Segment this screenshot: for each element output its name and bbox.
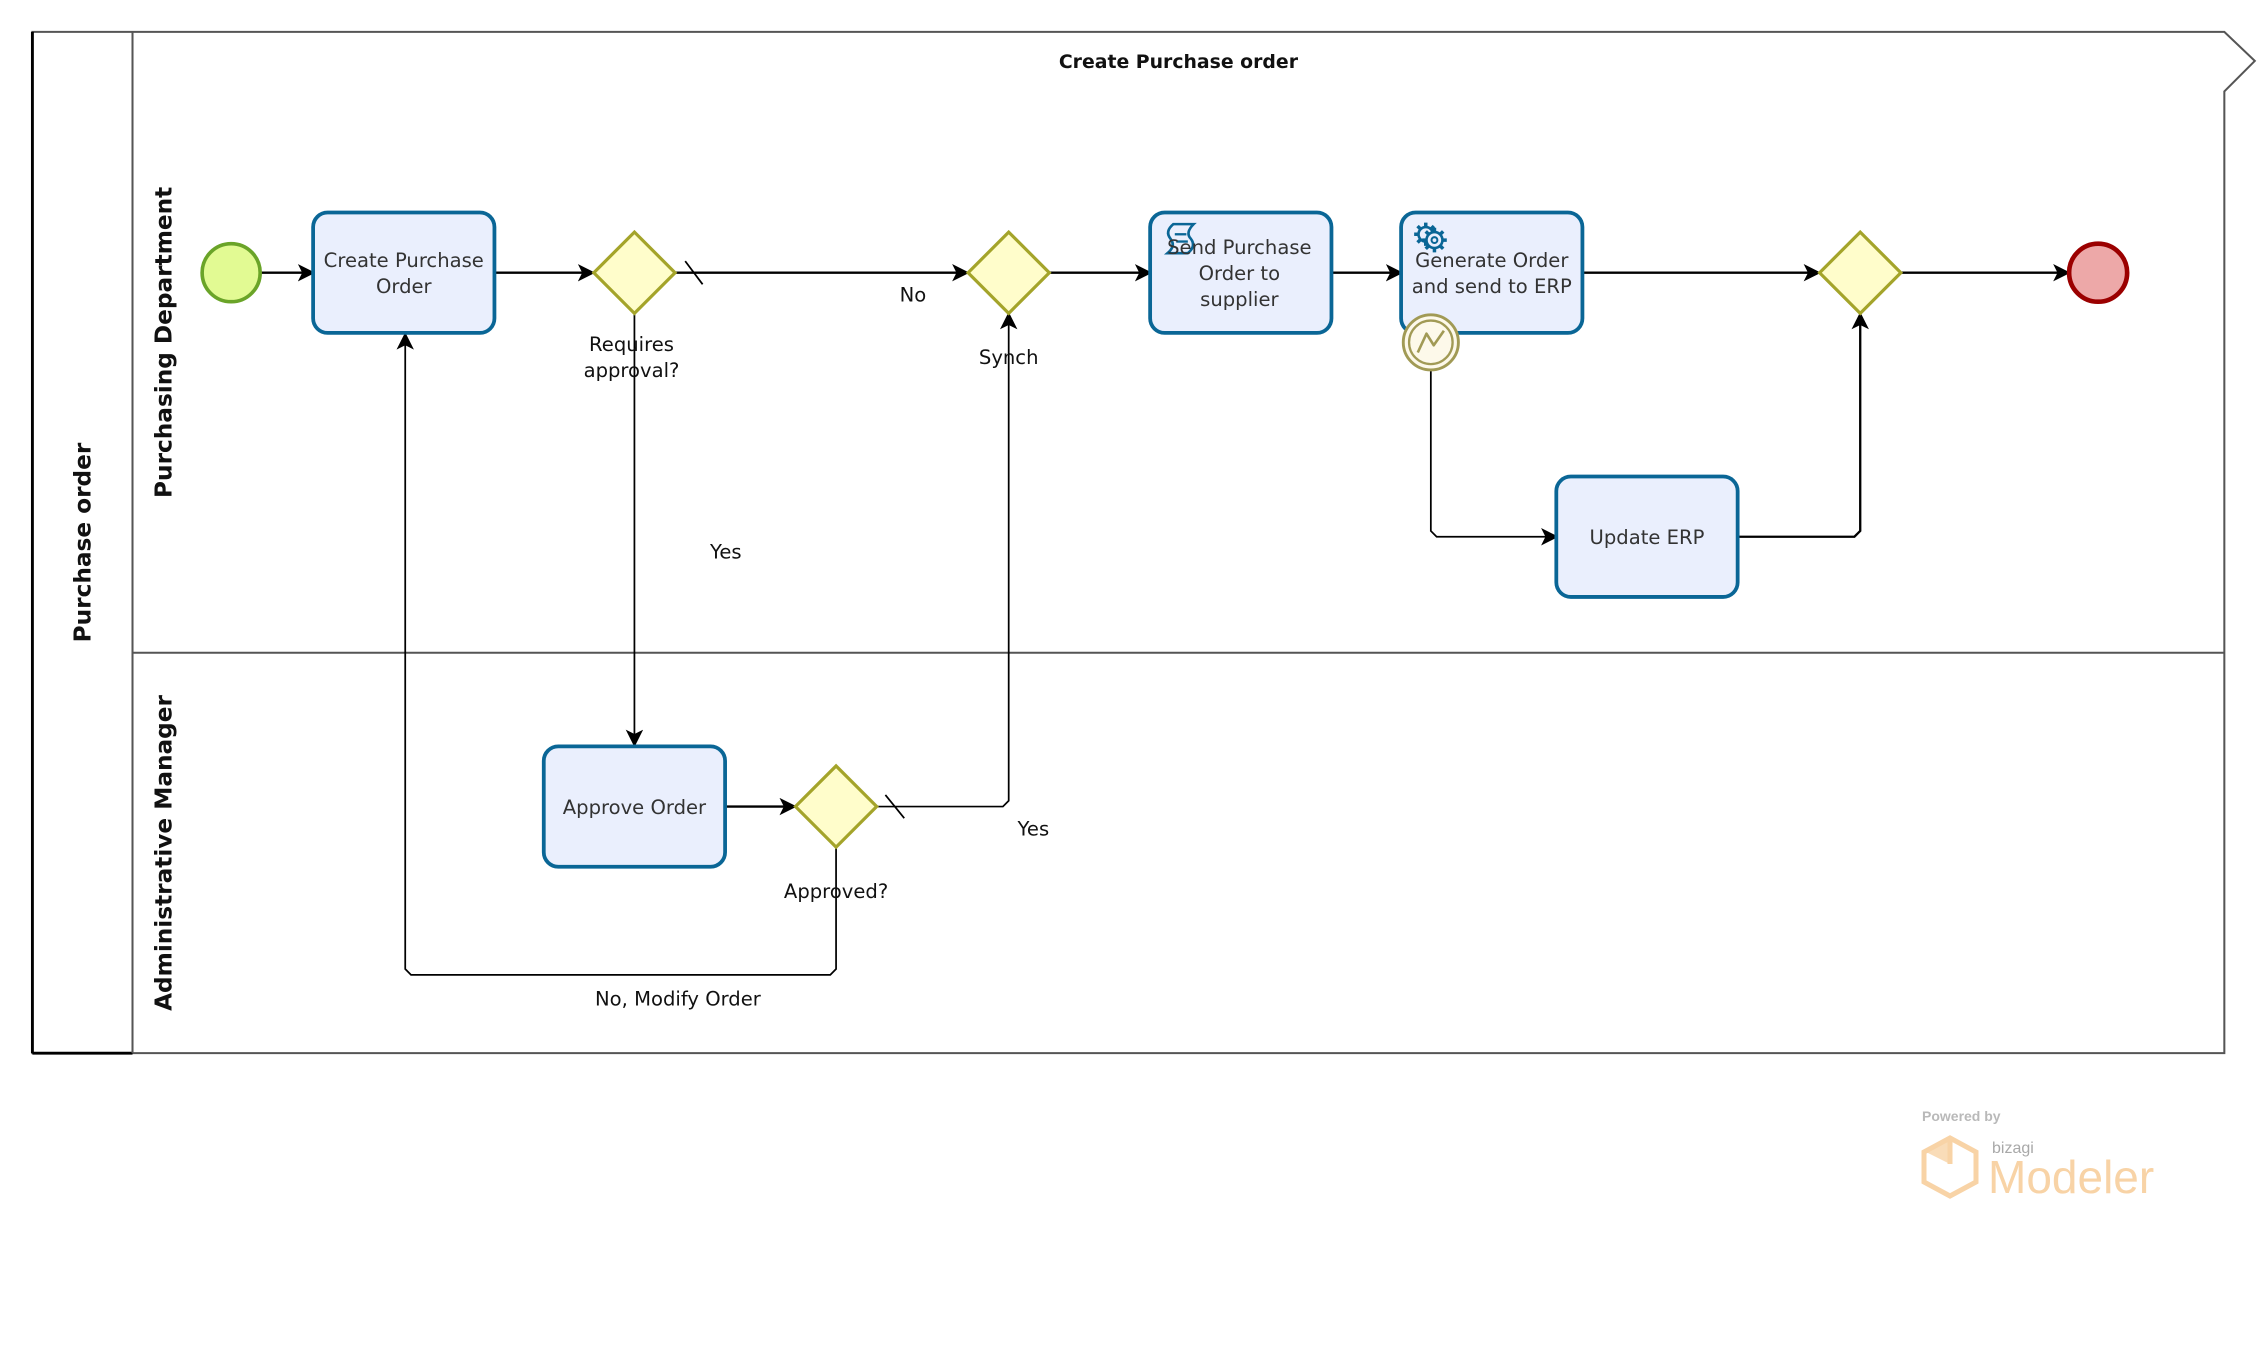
pool: Purchase order Purchasing Department Adm… — [30, 30, 2257, 1055]
bizagi-cube-icon — [1921, 1135, 1979, 1199]
gear-icon — [1425, 230, 1444, 250]
pool-border — [31, 30, 2257, 1055]
pool-label: Purchase order — [69, 442, 96, 642]
product-text: Modeler — [1988, 1151, 2155, 1203]
flow-label: Yes — [709, 540, 742, 563]
flow-label: No, Modify Order — [595, 987, 762, 1010]
task-create-po[interactable] — [311, 210, 497, 335]
task-box[interactable] — [311, 210, 497, 335]
lane-label-purchasing[interactable]: Purchasing Department — [151, 187, 178, 498]
boundary-error-event-boundary-error[interactable] — [1401, 313, 1460, 372]
start-event-circle[interactable] — [200, 241, 262, 304]
lane-label-admin[interactable]: Administrative Manager — [151, 694, 178, 1010]
end-event-circle[interactable] — [2066, 241, 2130, 305]
diagram-title: Create Purchase order — [1059, 52, 1299, 73]
start-event-start[interactable] — [200, 241, 262, 304]
powered-by-text: Powered by — [1922, 1108, 2001, 1124]
bizagi-watermark: Powered by bizagi Modeler — [1918, 1108, 2178, 1208]
flow-label: No — [900, 284, 927, 307]
task-label: Update ERP — [1590, 526, 1705, 549]
flow-label: Yes — [1017, 818, 1050, 841]
end-event-end[interactable] — [2066, 241, 2130, 305]
gateway-label: Synch — [979, 346, 1039, 369]
gateway-label: Approved? — [784, 880, 888, 903]
task-label: Approve Order — [563, 796, 707, 819]
